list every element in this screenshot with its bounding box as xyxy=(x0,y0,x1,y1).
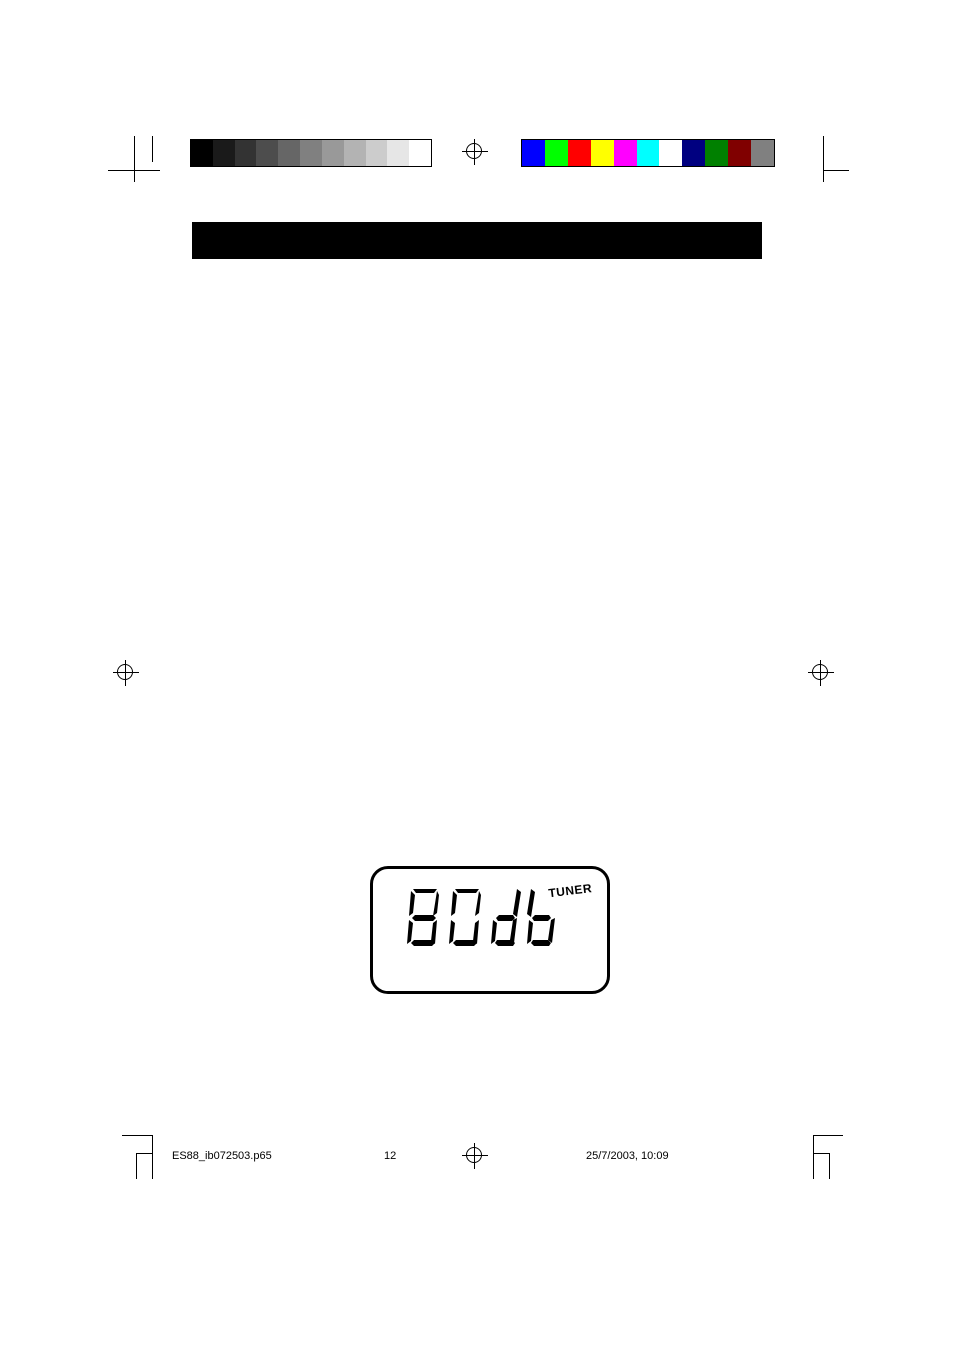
grayscale-swatch-3 xyxy=(256,140,279,166)
process-color-swatch-5 xyxy=(636,140,660,166)
grayscale-swatch-7 xyxy=(343,140,366,166)
crop-mark-bottom-right xyxy=(795,1129,843,1179)
crop-mark-top-left xyxy=(108,136,160,182)
registration-mark-right xyxy=(808,660,834,686)
registration-mark-left xyxy=(113,660,139,686)
section-heading-band xyxy=(192,222,762,259)
grayscale-swatch-0 xyxy=(191,140,213,166)
process-color-swatch-1 xyxy=(544,140,568,166)
grayscale-swatch-5 xyxy=(300,140,322,166)
process-color-swatch-8 xyxy=(705,140,729,166)
process-color-swatch-9 xyxy=(728,140,752,166)
footer-page-number: 12 xyxy=(384,1150,397,1162)
grayscale-swatch-9 xyxy=(387,140,410,166)
grayscale-swatch-1 xyxy=(212,140,235,166)
crop-mark-top-right xyxy=(797,136,849,182)
process-color-bar xyxy=(521,139,775,167)
crop-mark-bottom-left xyxy=(122,1129,170,1179)
process-color-swatch-2 xyxy=(567,140,591,166)
process-color-swatch-7 xyxy=(682,140,706,166)
process-color-swatch-4 xyxy=(613,140,637,166)
tuner-indicator-label: TUNER xyxy=(547,881,593,901)
grayscale-swatch-8 xyxy=(365,140,388,166)
registration-mark-bottom xyxy=(462,1143,488,1169)
registration-hline xyxy=(113,672,139,674)
footer-timestamp: 25/7/2003, 10:09 xyxy=(586,1150,669,1162)
registration-hline xyxy=(808,672,834,674)
process-color-swatch-6 xyxy=(659,140,683,166)
grayscale-color-bar xyxy=(190,139,432,167)
grayscale-swatch-2 xyxy=(234,140,257,166)
grayscale-swatch-4 xyxy=(278,140,301,166)
footer-filename: ES88_ib072503.p65 xyxy=(172,1150,272,1162)
process-color-swatch-10 xyxy=(751,140,774,166)
lcd-segment-digits xyxy=(407,887,567,954)
grayscale-swatch-10 xyxy=(409,140,431,166)
registration-mark-top xyxy=(462,139,488,165)
process-color-swatch-3 xyxy=(590,140,614,166)
process-color-swatch-0 xyxy=(522,140,545,166)
lcd-display-panel: TUNER xyxy=(370,866,610,994)
registration-hline xyxy=(462,151,488,153)
registration-hline xyxy=(462,1155,488,1157)
grayscale-swatch-6 xyxy=(321,140,344,166)
